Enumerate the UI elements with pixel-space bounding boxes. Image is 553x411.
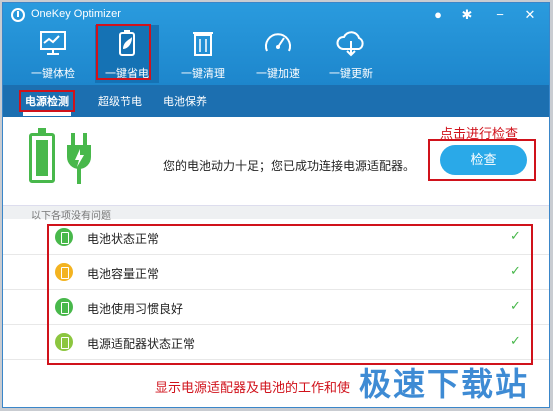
nav-label: 一键清理 [181,68,225,80]
list-item-label: 电源适配器状态正常 [87,337,196,351]
nav-cleanup[interactable]: 一键清理 [171,25,235,83]
speedometer-icon [265,33,291,52]
list-item: 电池容量正常 ✓ [3,255,549,290]
list-item: 电源适配器状态正常 ✓ [3,325,549,360]
check-button[interactable]: 检查 [440,145,527,175]
nav-update[interactable]: 一键更新 [319,25,383,83]
watermark: 极速下载站 [359,366,530,402]
checkmark-icon: ✓ [510,333,521,348]
main-nav: 一键体检 一键省电 一键清理 一键加速 一键更新 [3,25,549,85]
tab-super-saving[interactable]: 超级节电 [98,93,142,109]
app-title: OneKey Optimizer [31,8,121,20]
tab-battery-care[interactable]: 电池保养 [163,93,207,109]
list-item-label: 电池状态正常 [87,232,160,246]
subtab-indicator [23,112,71,116]
pie-icon [55,263,73,281]
checkmark-icon: ✓ [510,298,521,313]
tab-power-check[interactable]: 电源检测 [25,93,69,109]
nav-label: 一键加速 [256,68,300,80]
cloud-download-icon [336,31,364,57]
section-bar: 以下各项没有问题 [3,205,549,222]
battery-icon [55,228,73,246]
app-window: OneKey Optimizer ● ✱ − ✕ 一键体检 一键省电 一键清理 … [2,2,550,408]
battery-leaf-icon [119,30,135,56]
minimize-icon[interactable]: − [489,6,511,24]
list-item: 电池使用习惯良好 ✓ [3,290,549,325]
monitor-icon [40,31,66,55]
list-item-label: 电池使用习惯良好 [87,302,184,316]
titlebar: OneKey Optimizer ● ✱ − ✕ [3,3,549,27]
trash-icon [193,32,213,56]
plug-icon [67,133,91,184]
subtab-bar: 电源检测 超级节电 电池保养 [3,85,549,117]
status-panel: 您的电池动力十足；您已成功连接电源适配器。 点击进行检查 检查 [3,117,549,205]
nav-label: 一键更新 [329,68,373,80]
feedback-icon[interactable]: ● [427,6,449,24]
app-logo-icon [11,8,25,22]
hint-text: 点击进行检查 [440,126,519,141]
header: OneKey Optimizer ● ✱ − ✕ 一键体检 一键省电 一键清理 … [3,3,549,85]
nav-power-saving[interactable]: 一键省电 [95,25,159,83]
status-message: 您的电池动力十足；您已成功连接电源适配器。 [163,159,416,173]
checkmark-icon: ✓ [510,263,521,278]
battery-icon [29,128,55,183]
nav-label: 一键省电 [105,68,149,80]
infinity-icon [55,298,73,316]
annotation-caption: 显示电源适配器及电池的工作和使 [155,380,351,395]
nav-accelerate[interactable]: 一键加速 [246,25,310,83]
list-item: 电池状态正常 ✓ [3,220,549,255]
nav-label: 一键体检 [31,68,75,80]
checkmark-icon: ✓ [510,228,521,243]
gear-icon[interactable]: ✱ [456,6,478,24]
nav-checkup[interactable]: 一键体检 [21,25,85,83]
list-item-label: 电池容量正常 [87,267,160,281]
plug-icon [55,333,73,351]
close-icon[interactable]: ✕ [519,6,541,24]
